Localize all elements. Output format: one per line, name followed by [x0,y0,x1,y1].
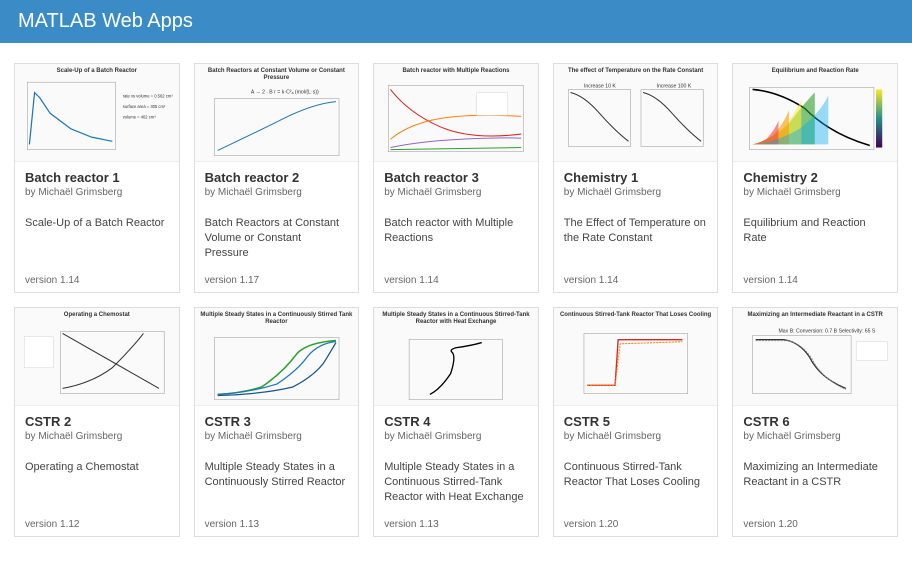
thumb-title: Continuous Stirred-Tank Reactor That Los… [560,312,711,319]
app-author: by Michaël Grimsberg [743,187,887,198]
app-author: by Michaël Grimsberg [743,431,887,442]
app-author: by Michaël Grimsberg [205,187,349,198]
app-info: CSTR 4 by Michaël Grimsberg Multiple Ste… [374,406,538,536]
app-thumbnail: The effect of Temperature on the Rate Co… [554,64,718,162]
svg-text:surface area = 305 cm²: surface area = 305 cm² [123,104,166,109]
app-thumbnail: Batch Reactors at Constant Volume or Con… [195,64,359,162]
svg-text:Increase 10 K: Increase 10 K [584,83,616,89]
app-card[interactable]: Scale-Up of a Batch Reactor rate vs volu… [14,63,180,293]
app-version: version 1.13 [205,519,349,530]
app-description: Equilibrium and Reaction Rate [743,216,887,261]
app-title: Chemistry 2 [743,170,887,185]
app-description: Batch Reactors at Constant Volume or Con… [205,216,349,261]
app-card[interactable]: Equilibrium and Reaction Rate [732,63,898,293]
svg-text:rate vs volume = 0.562 cm³: rate vs volume = 0.562 cm³ [123,93,173,98]
app-info: CSTR 6 by Michaël Grimsberg Maximizing a… [733,406,897,536]
app-card[interactable]: Operating a Chemostat CSTR 2 by Michaël … [14,307,180,537]
app-thumbnail: Continuous Stirred-Tank Reactor That Los… [554,308,718,406]
app-info: Chemistry 2 by Michaël Grimsberg Equilib… [733,162,897,292]
app-description: Multiple Steady States in a Continuously… [205,460,349,505]
app-author: by Michaël Grimsberg [564,187,708,198]
app-thumbnail: Maximizing an Intermediate Reactant in a… [733,308,897,406]
app-description: Multiple Steady States in a Continuous S… [384,460,528,505]
thumb-title: Multiple Steady States in a Continuous S… [378,312,534,325]
app-version: version 1.17 [205,275,349,286]
app-author: by Michaël Grimsberg [384,431,528,442]
app-author: by Michaël Grimsberg [384,187,528,198]
app-info: Batch reactor 3 by Michaël Grimsberg Bat… [374,162,538,292]
app-description: Maximizing an Intermediate Reactant in a… [743,460,887,505]
app-author: by Michaël Grimsberg [564,431,708,442]
app-card[interactable]: Batch reactor with Multiple Reactions Ba… [373,63,539,293]
app-version: version 1.14 [384,275,528,286]
thumb-title: Scale-Up of a Batch Reactor [57,68,137,75]
app-description: Scale-Up of a Batch Reactor [25,216,169,261]
thumb-title: Operating a Chemostat [64,312,130,319]
page-header: MATLAB Web Apps [0,0,912,43]
app-title: CSTR 6 [743,414,887,429]
svg-text:A → 2 ∙ B r = k·C²ₐ (mol/(L: A → 2 ∙ B r = k·C²ₐ (mol/(L·s)) [250,90,318,96]
app-description: Batch reactor with Multiple Reactions [384,216,528,261]
app-version: version 1.20 [743,519,887,530]
thumb-title: The effect of Temperature on the Rate Co… [568,68,703,75]
app-author: by Michaël Grimsberg [25,187,169,198]
thumb-title: Batch reactor with Multiple Reactions [402,68,509,75]
app-thumbnail: Scale-Up of a Batch Reactor rate vs volu… [15,64,179,162]
app-thumbnail: Batch reactor with Multiple Reactions [374,64,538,162]
app-title: Batch reactor 3 [384,170,528,185]
app-version: version 1.20 [564,519,708,530]
app-version: version 1.14 [25,275,169,286]
app-title: CSTR 3 [205,414,349,429]
app-info: Batch reactor 2 by Michaël Grimsberg Bat… [195,162,359,292]
app-version: version 1.14 [743,275,887,286]
app-title: Batch reactor 1 [25,170,169,185]
apps-grid: Scale-Up of a Batch Reactor rate vs volu… [0,43,912,557]
app-version: version 1.13 [384,519,528,530]
svg-text:volume = 402 cm³: volume = 402 cm³ [123,114,157,119]
app-card[interactable]: The effect of Temperature on the Rate Co… [553,63,719,293]
app-card[interactable]: Multiple Steady States in a Continuously… [194,307,360,537]
app-info: CSTR 3 by Michaël Grimsberg Multiple Ste… [195,406,359,536]
app-thumbnail: Multiple Steady States in a Continuously… [195,308,359,406]
app-card[interactable]: Batch Reactors at Constant Volume or Con… [194,63,360,293]
page-title: MATLAB Web Apps [18,10,193,32]
app-title: Batch reactor 2 [205,170,349,185]
app-info: CSTR 2 by Michaël Grimsberg Operating a … [15,406,179,536]
thumb-title: Multiple Steady States in a Continuously… [199,312,355,325]
svg-text:Increase 100 K: Increase 100 K [656,83,691,89]
app-description: Operating a Chemostat [25,460,169,505]
app-card[interactable]: Maximizing an Intermediate Reactant in a… [732,307,898,537]
svg-text:Max B: Conversion: 0.7 B Selec: Max B: Conversion: 0.7 B Selectivity: 65… [779,328,876,334]
app-thumbnail: Multiple Steady States in a Continuous S… [374,308,538,406]
app-info: Chemistry 1 by Michaël Grimsberg The Eff… [554,162,718,292]
app-title: CSTR 2 [25,414,169,429]
app-title: CSTR 4 [384,414,528,429]
thumb-title: Batch Reactors at Constant Volume or Con… [199,68,355,81]
app-card[interactable]: Multiple Steady States in a Continuous S… [373,307,539,537]
app-thumbnail: Operating a Chemostat [15,308,179,406]
app-description: The Effect of Temperature on the Rate Co… [564,216,708,261]
app-description: Continuous Stirred-Tank Reactor That Los… [564,460,708,505]
app-version: version 1.14 [564,275,708,286]
app-title: Chemistry 1 [564,170,708,185]
app-info: CSTR 5 by Michaël Grimsberg Continuous S… [554,406,718,536]
app-author: by Michaël Grimsberg [205,431,349,442]
app-thumbnail: Equilibrium and Reaction Rate [733,64,897,162]
app-title: CSTR 5 [564,414,708,429]
thumb-title: Equilibrium and Reaction Rate [772,68,859,75]
thumb-title: Maximizing an Intermediate Reactant in a… [748,312,883,319]
app-card[interactable]: Continuous Stirred-Tank Reactor That Los… [553,307,719,537]
app-author: by Michaël Grimsberg [25,431,169,442]
app-version: version 1.12 [25,519,169,530]
app-info: Batch reactor 1 by Michaël Grimsberg Sca… [15,162,179,292]
